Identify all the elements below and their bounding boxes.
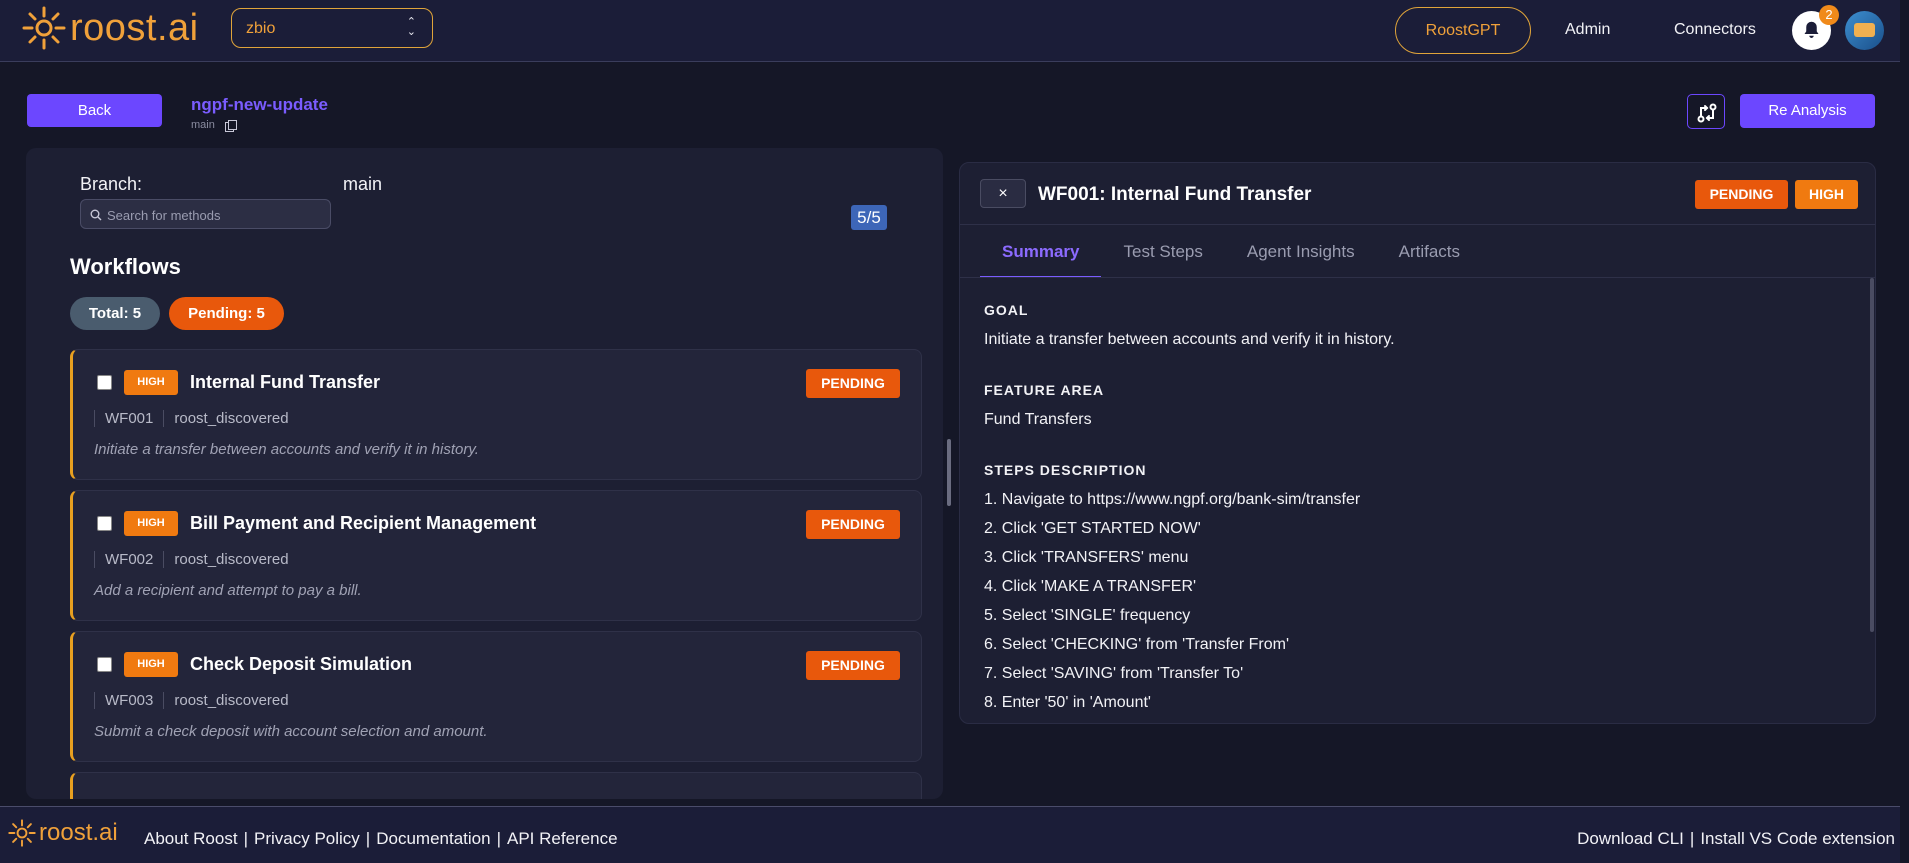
- branch-small-label: main: [191, 119, 215, 131]
- workflow-description: Initiate a transfer between accounts and…: [94, 441, 479, 458]
- workflow-description: Add a recipient and attempt to pay a bil…: [94, 582, 362, 599]
- nav-admin[interactable]: Admin: [1565, 21, 1610, 39]
- step-item: 6. Select 'CHECKING' from 'Transfer From…: [984, 636, 1290, 653]
- summary-content: GOAL Initiate a transfer between account…: [960, 278, 1875, 723]
- workflow-checkbox[interactable]: [97, 657, 112, 672]
- workflow-title: Check Deposit Simulation: [190, 654, 413, 674]
- workflow-checkbox[interactable]: [97, 375, 112, 390]
- method-search[interactable]: [80, 199, 331, 229]
- page-title: ngpf-new-update: [191, 95, 328, 114]
- search-icon: [90, 209, 102, 221]
- workflow-title: Internal Fund Transfer: [190, 372, 381, 392]
- bell-icon: [1804, 21, 1819, 38]
- workflow-id: WF001: [94, 410, 163, 427]
- link-install-vscode[interactable]: Install VS Code extension: [1700, 829, 1895, 849]
- step-item: 3. Click 'TRANSFERS' menu: [984, 549, 1189, 566]
- priority-badge: HIGH: [124, 511, 178, 536]
- detail-tabs: Summary Test Steps Agent Insights Artifa…: [980, 225, 1482, 278]
- goal-heading: GOAL: [984, 302, 1029, 318]
- tab-artifacts[interactable]: Artifacts: [1377, 225, 1482, 278]
- workflow-id: WF002: [94, 551, 163, 568]
- workflow-title: Bill Payment and Recipient Management: [190, 513, 537, 533]
- workflows-heading: Workflows: [70, 254, 181, 279]
- workflow-meta: WF001 roost_discovered: [94, 410, 299, 427]
- sun-logo-icon: [8, 819, 36, 847]
- link-api-reference[interactable]: API Reference: [507, 829, 618, 849]
- link-download-cli[interactable]: Download CLI: [1577, 829, 1684, 849]
- priority-badge: HIGH: [124, 652, 178, 677]
- branch-subtitle: main: [191, 119, 237, 132]
- branch-value: main: [343, 174, 383, 194]
- workflow-card[interactable]: HIGH Internal Fund Transfer PENDING WF00…: [70, 349, 922, 480]
- footer-right-links: Download CLI | Install VS Code extension: [1577, 829, 1895, 849]
- copy-icon[interactable]: [224, 119, 237, 132]
- priority-badge: HIGH: [124, 370, 178, 395]
- workflow-detail-panel: × WF001: Internal Fund Transfer PENDING …: [959, 162, 1876, 724]
- status-badge: PENDING: [806, 369, 900, 398]
- workflow-source: roost_discovered: [163, 410, 298, 427]
- link-about-roost[interactable]: About Roost: [144, 829, 238, 849]
- compare-button[interactable]: [1687, 94, 1725, 129]
- logo-text: roost.ai: [70, 6, 199, 49]
- link-documentation[interactable]: Documentation: [376, 829, 490, 849]
- status-badge: PENDING: [806, 510, 900, 539]
- resize-handle[interactable]: [947, 439, 951, 506]
- footer-links: About Roost | Privacy Policy | Documenta…: [144, 829, 618, 849]
- goal-text: Initiate a transfer between accounts and…: [984, 331, 1395, 348]
- footer-logo[interactable]: roost.ai: [8, 819, 118, 847]
- tab-test-steps[interactable]: Test Steps: [1101, 225, 1224, 278]
- pending-filter-pill[interactable]: Pending: 5: [169, 297, 284, 330]
- roost-logo[interactable]: roost.ai: [22, 6, 199, 50]
- workflow-card[interactable]: [70, 772, 922, 799]
- total-filter-pill[interactable]: Total: 5: [70, 297, 160, 330]
- workflow-meta: WF002 roost_discovered: [94, 551, 299, 568]
- step-item: 1. Navigate to https://www.ngpf.org/bank…: [984, 491, 1361, 508]
- project-select-value: zbio: [246, 20, 276, 37]
- search-input[interactable]: [107, 205, 322, 225]
- step-item: 5. Select 'SINGLE' frequency: [984, 607, 1191, 624]
- tab-agent-insights[interactable]: Agent Insights: [1225, 225, 1377, 278]
- compare-arrows-icon: [1697, 103, 1717, 123]
- workflow-meta: WF003 roost_discovered: [94, 692, 299, 709]
- notification-count-badge: 2: [1819, 5, 1839, 25]
- detail-scrollbar[interactable]: [1870, 278, 1874, 632]
- workflow-count-badge: 5/5: [851, 205, 887, 230]
- step-item: 4. Click 'MAKE A TRANSFER': [984, 578, 1197, 595]
- avatar[interactable]: [1845, 11, 1884, 50]
- detail-status-badge: PENDING: [1695, 180, 1788, 209]
- close-button[interactable]: ×: [980, 179, 1026, 208]
- workflow-source: roost_discovered: [163, 551, 298, 568]
- nav-connectors[interactable]: Connectors: [1674, 21, 1756, 39]
- workflow-card[interactable]: HIGH Check Deposit Simulation PENDING WF…: [70, 631, 922, 762]
- detail-priority-badge: HIGH: [1795, 180, 1858, 209]
- project-select[interactable]: zbio ⌃ ⌄: [231, 8, 433, 48]
- step-item: 8. Enter '50' in 'Amount': [984, 694, 1151, 711]
- workflow-card[interactable]: HIGH Bill Payment and Recipient Manageme…: [70, 490, 922, 621]
- detail-header: × WF001: Internal Fund Transfer PENDING …: [960, 163, 1875, 225]
- steps-heading: STEPS DESCRIPTION: [984, 462, 1147, 478]
- workflow-source: roost_discovered: [163, 692, 298, 709]
- link-privacy-policy[interactable]: Privacy Policy: [254, 829, 360, 849]
- detail-title: WF001: Internal Fund Transfer: [1038, 184, 1312, 205]
- top-navbar: roost.ai zbio ⌃ ⌄ RoostGPT Admin Connecto…: [0, 0, 1900, 62]
- re-analysis-button[interactable]: Re Analysis: [1740, 94, 1875, 128]
- step-item: 2. Click 'GET STARTED NOW': [984, 520, 1201, 537]
- feature-area-heading: FEATURE AREA: [984, 382, 1105, 398]
- branch-label: Branch:: [80, 174, 143, 194]
- status-badge: PENDING: [806, 651, 900, 680]
- workflow-id: WF003: [94, 692, 163, 709]
- workflow-description: Submit a check deposit with account sele…: [94, 723, 488, 740]
- back-button[interactable]: Back: [27, 94, 162, 127]
- workflows-panel: Branch: main 5/5 Workflows Total: 5 Pend…: [26, 148, 943, 799]
- nav-roostgpt[interactable]: RoostGPT: [1395, 7, 1531, 54]
- sun-logo-icon: [22, 6, 66, 50]
- step-item: 7. Select 'SAVING' from 'Transfer To': [984, 665, 1244, 682]
- chevron-updown-icon: ⌃ ⌄: [406, 16, 416, 38]
- tab-summary[interactable]: Summary: [980, 225, 1102, 278]
- workflow-checkbox[interactable]: [97, 516, 112, 531]
- footer-logo-text: roost.ai: [39, 819, 118, 846]
- footer: roost.ai About Roost | Privacy Policy | …: [0, 806, 1900, 863]
- feature-area-text: Fund Transfers: [984, 411, 1092, 428]
